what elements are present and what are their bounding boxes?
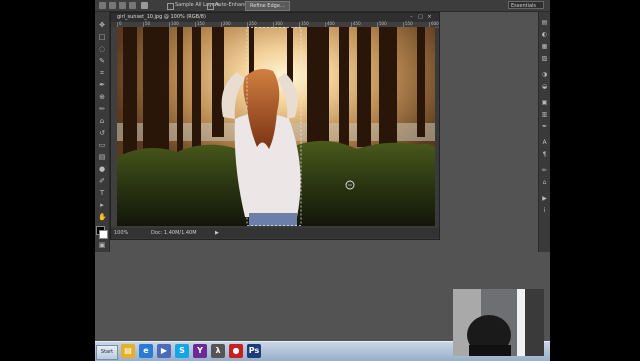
masks-panel-icon[interactable]: ◒	[541, 84, 548, 90]
info-panel-icon[interactable]: i	[541, 208, 548, 214]
close-icon[interactable]: ×	[427, 15, 432, 20]
brush-size-picker-icon[interactable]	[141, 2, 148, 9]
ruler-label: 100	[171, 21, 179, 26]
ruler-label: 50	[145, 21, 151, 26]
lasso-tool-icon[interactable]: ◌	[98, 46, 106, 53]
dodge-tool-icon[interactable]: ●	[98, 166, 106, 173]
quick-selection-tool-icon[interactable]: ✎	[98, 58, 106, 65]
marquee-tool-icon[interactable]: □	[98, 34, 106, 41]
eyedropper-tool-icon[interactable]: ✒	[98, 82, 106, 89]
history-brush-tool-icon[interactable]: ↺	[98, 130, 106, 137]
clone-source-panel-icon[interactable]: ⌂	[541, 180, 548, 186]
brush-subtract-selection-icon[interactable]	[129, 2, 136, 9]
move-tool-icon[interactable]: ✥	[98, 22, 106, 29]
ruler-label: 300	[275, 21, 283, 26]
eraser-tool-icon[interactable]: ▭	[98, 142, 106, 149]
healing-brush-tool-icon[interactable]: ⊕	[98, 94, 106, 101]
styles-panel-icon[interactable]: ▧	[541, 56, 548, 62]
options-bar: Sample All Layers Auto-Enhance Refine Ed…	[95, 0, 550, 12]
type-tool-icon[interactable]: T	[98, 190, 106, 197]
quick-selection-tool-icon[interactable]	[99, 2, 106, 9]
brush-new-selection-icon[interactable]	[109, 2, 116, 9]
sample-all-layers-checkbox[interactable]	[167, 3, 174, 10]
pen-tool-icon[interactable]: ✐	[98, 178, 106, 185]
auto-enhance-checkbox[interactable]	[207, 3, 214, 10]
paragraph-panel-icon[interactable]: ¶	[541, 152, 548, 158]
gradient-tool-icon[interactable]: ▤	[98, 154, 106, 161]
adjustments-panel-icon[interactable]: ◑	[541, 72, 548, 78]
document-title: girl_sunset_10.jpg @ 100% (RGB/8)	[117, 14, 206, 20]
ruler-label: 600	[431, 21, 439, 26]
taskbar-media-icon[interactable]: ▶	[157, 344, 171, 358]
ruler-label: 0	[119, 21, 122, 26]
brush-add-selection-icon[interactable]	[119, 2, 126, 9]
ruler-label: 450	[353, 21, 361, 26]
taskbar-half-life-icon[interactable]: λ	[211, 344, 225, 358]
taskbar-ie-icon[interactable]: e	[139, 344, 153, 358]
paths-panel-icon[interactable]: ✒	[541, 124, 548, 130]
minimize-icon[interactable]: –	[409, 15, 414, 20]
taskbar-photoshop-icon[interactable]: Ps	[247, 344, 261, 358]
color-panel-icon[interactable]: ◐	[541, 32, 548, 38]
channels-panel-icon[interactable]: ▥	[541, 112, 548, 118]
background-color-swatch[interactable]	[99, 230, 108, 239]
quick-mask-icon[interactable]: ▣	[98, 242, 106, 249]
ruler-label: 200	[223, 21, 231, 26]
workspace-select[interactable]: Essentials	[508, 1, 544, 9]
status-bar: 100% Doc: 1.40M/1.40M ▶	[111, 228, 439, 238]
brushes-panel-icon[interactable]: ✏	[541, 168, 548, 174]
ruler-label: 500	[379, 21, 387, 26]
hand-tool-icon[interactable]: ✋	[98, 214, 107, 221]
refine-edge-button[interactable]: Refine Edge...	[245, 1, 290, 11]
taskbar-skype-icon[interactable]: S	[175, 344, 189, 358]
crop-tool-icon[interactable]: ⌗	[98, 70, 106, 77]
layers-panel-icon[interactable]: ▣	[541, 100, 548, 106]
swatches-panel-icon[interactable]: ▦	[541, 44, 548, 50]
clone-stamp-tool-icon[interactable]: ⌂	[98, 118, 106, 125]
history-panel-icon[interactable]: ▤	[541, 20, 548, 26]
brush-tool-icon[interactable]: ✏	[98, 106, 106, 113]
ruler-label: 400	[327, 21, 335, 26]
zoom-level[interactable]: 100%	[114, 229, 128, 237]
taskbar-yahoo-icon[interactable]: Y	[193, 344, 207, 358]
taskbar-record-icon[interactable]: ●	[229, 344, 243, 358]
tools-panel: ✥ □ ◌ ✎ ⌗ ✒ ⊕ ✏ ⌂ ↺ ▭ ▤ ● ✐ T ▸ ✋ ▣	[95, 12, 110, 252]
maximize-icon[interactable]: □	[418, 15, 423, 20]
panel-dock: ▤ ◐ ▦ ▧ ◑ ◒ ▣ ▥ ✒ A ¶ ✏ ⌂ ▶ i	[538, 12, 550, 252]
ruler-label: 350	[301, 21, 309, 26]
photo-canvas[interactable]	[117, 27, 435, 226]
document-window: girl_sunset_10.jpg @ 100% (RGB/8) – □ × …	[110, 12, 440, 240]
status-menu-arrow-icon[interactable]: ▶	[215, 229, 219, 237]
webcam-overlay	[453, 289, 544, 356]
actions-panel-icon[interactable]: ▶	[541, 196, 548, 202]
ruler-label: 250	[249, 21, 257, 26]
character-panel-icon[interactable]: A	[541, 140, 548, 146]
taskbar-explorer-icon[interactable]: ▤	[121, 344, 135, 358]
doc-size-info: Doc: 1.40M/1.40M	[151, 230, 197, 236]
start-button[interactable]: Start	[96, 345, 118, 360]
path-selection-tool-icon[interactable]: ▸	[98, 202, 106, 209]
ruler-label: 550	[405, 21, 413, 26]
ruler-label: 150	[197, 21, 205, 26]
